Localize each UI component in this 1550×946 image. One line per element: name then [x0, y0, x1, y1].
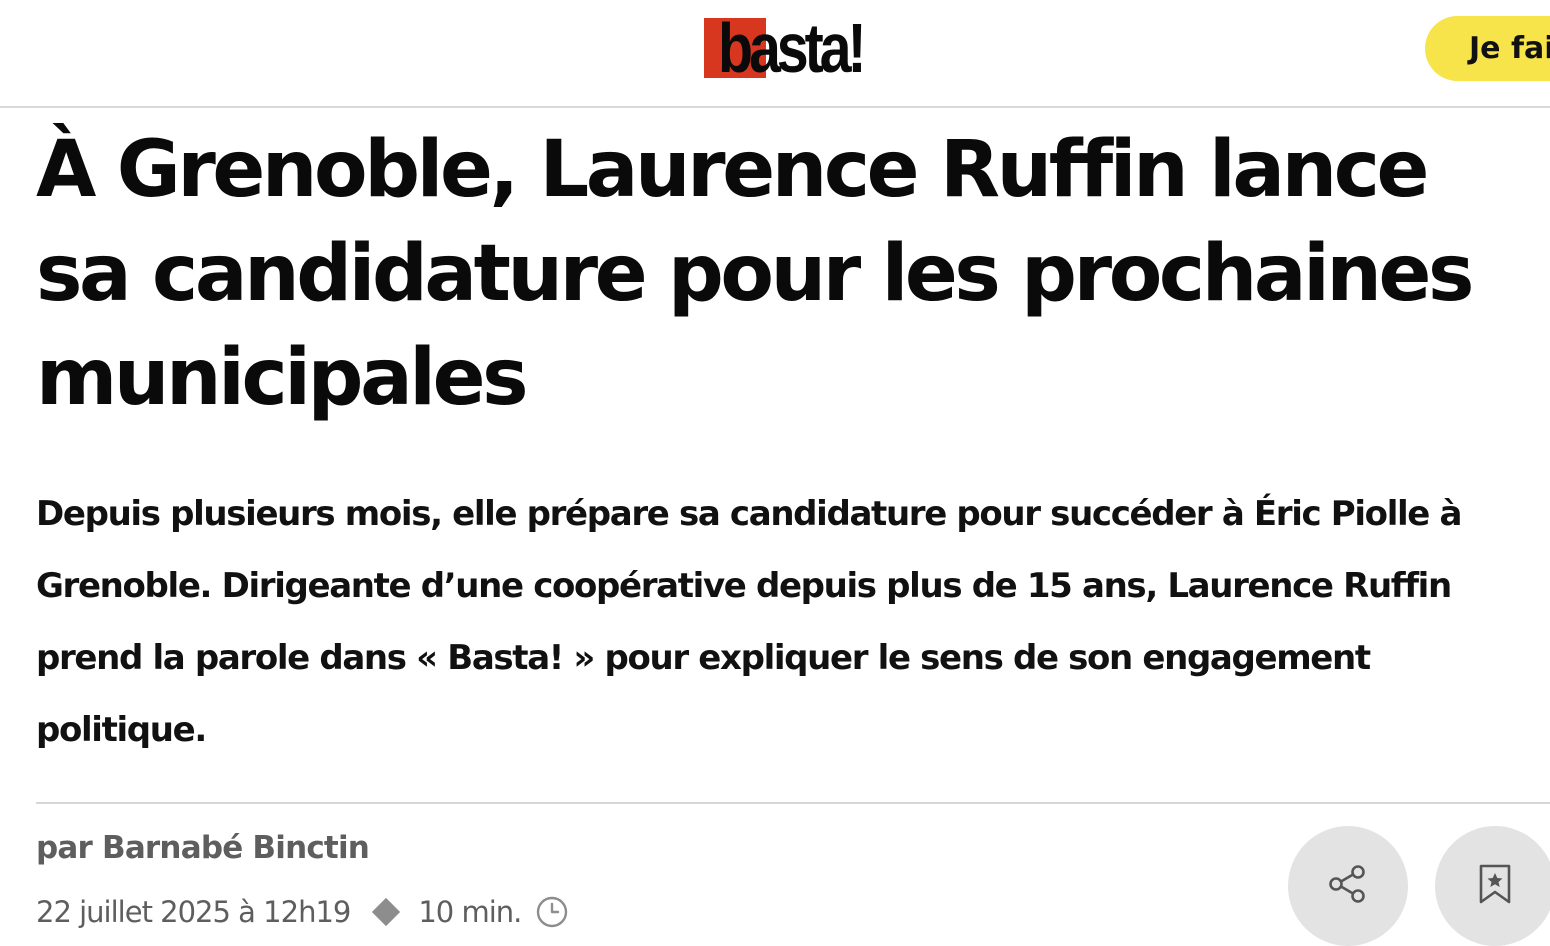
- article-meta: 22 juillet 2025 à 12h19 10 min.: [36, 890, 569, 934]
- publish-date: 22 juillet 2025 à 12h19: [36, 895, 351, 929]
- read-time: 10 min.: [418, 895, 522, 929]
- bookmark-button[interactable]: [1435, 826, 1550, 946]
- bookmark-star-icon: [1475, 862, 1515, 910]
- site-logo[interactable]: basta!: [704, 9, 888, 87]
- diamond-separator-icon: [372, 897, 401, 927]
- article-byline[interactable]: par Barnabé Binctin: [36, 830, 370, 866]
- site-header: basta! Je fai: [0, 0, 1550, 108]
- donate-button[interactable]: Je fai: [1425, 16, 1550, 81]
- article-lede: Depuis plusieurs mois, elle prépare sa c…: [36, 494, 1462, 750]
- clock-icon: [535, 895, 569, 929]
- divider: [36, 802, 1550, 804]
- article-title: À Grenoble, Laurence Ruffin lance sa can…: [36, 125, 1474, 423]
- share-icon: [1326, 862, 1370, 910]
- share-button[interactable]: [1288, 826, 1408, 946]
- logo-text: basta!: [718, 9, 867, 87]
